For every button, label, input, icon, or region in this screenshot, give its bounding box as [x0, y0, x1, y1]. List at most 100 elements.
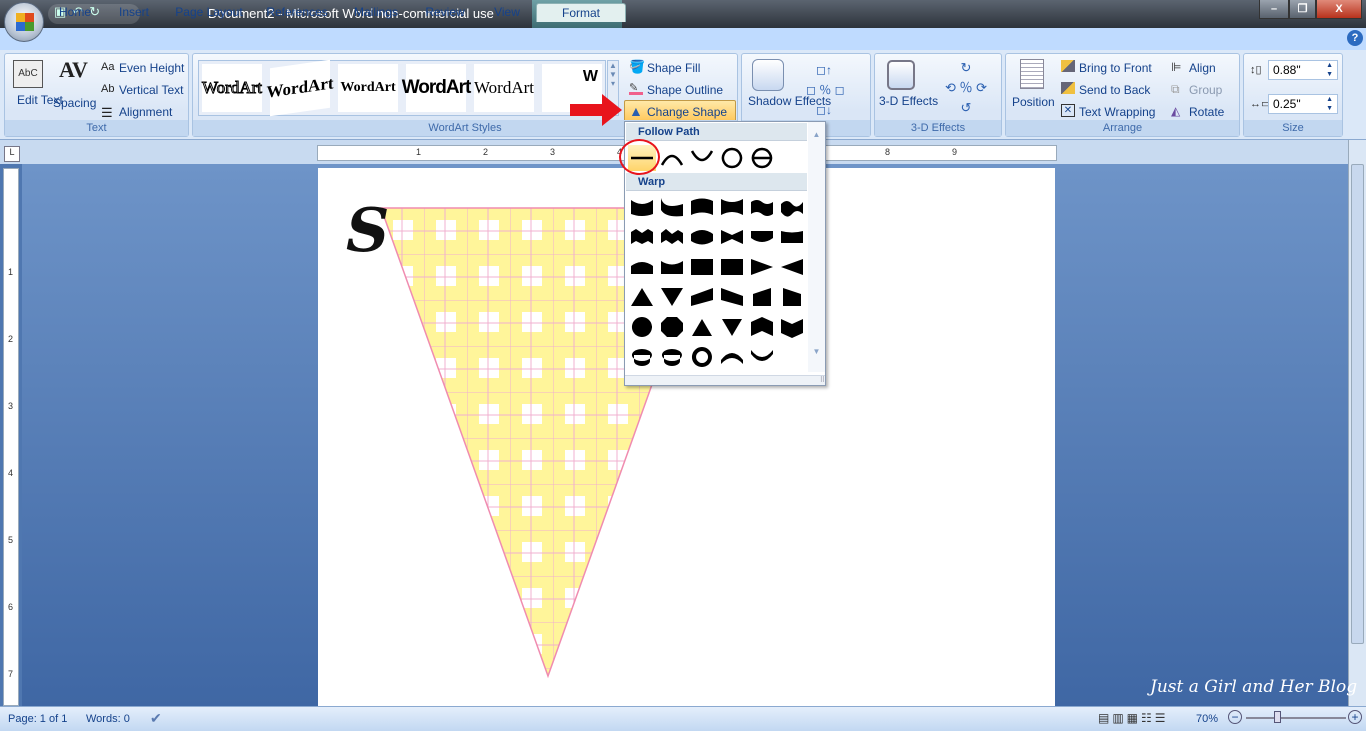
shape-outline-button[interactable]: Shape Outline [647, 83, 723, 97]
wordart-style-3[interactable]: WordArt [338, 64, 398, 112]
warp-shape-17[interactable] [748, 254, 776, 280]
alignment-button[interactable]: Alignment [119, 105, 172, 119]
warp-shape-1[interactable] [628, 194, 656, 220]
text-wrapping-button[interactable]: Text Wrapping [1079, 105, 1155, 119]
warp-shape-28[interactable] [718, 314, 746, 340]
warp-shape-35[interactable] [748, 344, 776, 370]
zoom-in-button[interactable]: + [1348, 710, 1362, 724]
zoom-level[interactable]: 70% [1196, 713, 1218, 725]
tab-page-layout[interactable]: Page Layout [164, 3, 254, 22]
warp-shape-34[interactable] [718, 344, 746, 370]
scrollbar-thumb[interactable] [1351, 164, 1364, 644]
height-input[interactable]: 0.88" ▲ ▼ [1268, 60, 1338, 80]
restore-button[interactable]: ❐ [1289, 0, 1316, 19]
wordart-style-4[interactable]: WordArt [402, 64, 471, 112]
group-button[interactable]: Group [1189, 83, 1222, 97]
bring-to-front-button[interactable]: Bring to Front [1079, 61, 1152, 75]
warp-shape-23[interactable] [748, 284, 776, 310]
page-count[interactable]: Page: 1 of 1 [8, 713, 67, 725]
position-button[interactable]: Position [1012, 95, 1055, 109]
wordart-style-2[interactable]: WordArt [266, 59, 334, 117]
change-shape-button[interactable]: ▲ Change Shape [624, 100, 736, 122]
warp-shape-14[interactable] [658, 254, 686, 280]
tab-insert[interactable]: Insert [106, 3, 162, 22]
warp-shape-3[interactable] [688, 194, 716, 220]
warp-shape-22[interactable] [718, 284, 746, 310]
warp-shape-12[interactable] [778, 224, 806, 250]
wordart-style-1[interactable]: WordArt [202, 64, 263, 112]
warp-shape-13[interactable] [628, 254, 656, 280]
close-button[interactable]: X [1316, 0, 1362, 19]
warp-shape-24[interactable] [778, 284, 806, 310]
tab-references[interactable]: References [254, 3, 340, 22]
warp-shape-19[interactable] [628, 284, 656, 310]
tab-selector[interactable]: L [4, 146, 20, 162]
warp-shape-5[interactable] [748, 194, 776, 220]
warp-shape-32[interactable] [658, 344, 686, 370]
vertical-text-button[interactable]: Vertical Text [119, 83, 183, 97]
3d-effects-icon [887, 60, 915, 90]
tab-view[interactable]: View [478, 3, 536, 22]
warp-shape-20[interactable] [658, 284, 686, 310]
proofing-icon[interactable]: ✔ [150, 710, 162, 727]
nudge-shadow-icons[interactable]: ◻↑ ◻ ％ ◻ ◻↓ [806, 60, 866, 120]
even-height-button[interactable]: Even Height [119, 61, 184, 75]
help-icon[interactable]: ? [1347, 30, 1363, 46]
dropdown-scrollbar[interactable]: ▲ ▼ [808, 122, 825, 372]
warp-shape-18-icon [781, 259, 803, 275]
vertical-scrollbar[interactable] [1348, 140, 1366, 706]
warp-shape-29[interactable] [748, 314, 776, 340]
wordart-style-5[interactable]: WordArt [474, 64, 534, 112]
width-input[interactable]: 0.25" ▲ ▼ [1268, 94, 1338, 114]
warp-shape-6[interactable] [778, 194, 806, 220]
3d-tilt-icons[interactable]: ↻ ⟲ ％ ⟳ ↺ [933, 58, 999, 118]
warp-shape-11[interactable] [748, 224, 776, 250]
warp-shape-4[interactable] [718, 194, 746, 220]
warp-shape-27[interactable] [688, 314, 716, 340]
warp-shape-10[interactable] [718, 224, 746, 250]
follow-path-button[interactable] [748, 145, 776, 171]
height-spinner[interactable]: ▲ ▼ [1326, 61, 1333, 79]
tab-format[interactable]: Format [536, 3, 626, 22]
shape-fill-button[interactable]: Shape Fill [647, 61, 700, 75]
follow-path-arch-up[interactable] [658, 145, 686, 171]
warp-shape-7[interactable] [628, 224, 656, 250]
warp-shape-33[interactable] [688, 344, 716, 370]
rotate-button[interactable]: Rotate [1189, 105, 1224, 119]
ruler-number: 1 [416, 147, 422, 157]
warp-shape-18[interactable] [778, 254, 806, 280]
shadow-effects-button[interactable]: Shadow Effects [748, 95, 831, 108]
align-button[interactable]: Align [1189, 61, 1216, 75]
warp-shape-21[interactable] [688, 284, 716, 310]
zoom-out-button[interactable]: − [1228, 710, 1242, 724]
warp-shape-15[interactable] [688, 254, 716, 280]
zoom-slider[interactable] [1246, 717, 1346, 719]
3d-effects-button[interactable]: 3-D Effects [879, 95, 938, 108]
warp-shape-2[interactable] [658, 194, 686, 220]
zoom-slider-thumb[interactable] [1274, 711, 1281, 723]
follow-path-circle[interactable] [718, 145, 746, 171]
minimize-button[interactable]: – [1259, 0, 1289, 19]
office-button[interactable] [4, 2, 44, 42]
warp-shape-31[interactable] [628, 344, 656, 370]
spacing-button[interactable]: Spacing [53, 96, 96, 110]
word-count[interactable]: Words: 0 [86, 713, 130, 725]
tab-mailings[interactable]: Mailings [340, 3, 412, 22]
warp-shape-30[interactable] [778, 314, 806, 340]
tab-home[interactable]: Home [44, 3, 106, 22]
resize-grip[interactable]: ⠿ [625, 375, 825, 385]
wordart-letter[interactable]: S [346, 196, 389, 266]
warp-shape-25[interactable] [628, 314, 656, 340]
vertical-ruler[interactable]: 1 2 3 4 5 6 7 [3, 168, 19, 706]
warp-shape-9[interactable] [688, 224, 716, 250]
tab-review[interactable]: Review [412, 3, 478, 22]
width-spinner[interactable]: ▲ ▼ [1326, 95, 1333, 113]
warp-shape-8[interactable] [658, 224, 686, 250]
warp-shape-34-icon [721, 353, 743, 364]
follow-path-arch-down[interactable] [688, 145, 716, 171]
warp-shape-16[interactable] [718, 254, 746, 280]
view-buttons[interactable]: ▤▥▦☷☰ [1098, 711, 1169, 725]
warp-shape-26[interactable] [658, 314, 686, 340]
shape-outline-icon: ✎ [629, 81, 643, 95]
send-to-back-button[interactable]: Send to Back [1079, 83, 1150, 97]
